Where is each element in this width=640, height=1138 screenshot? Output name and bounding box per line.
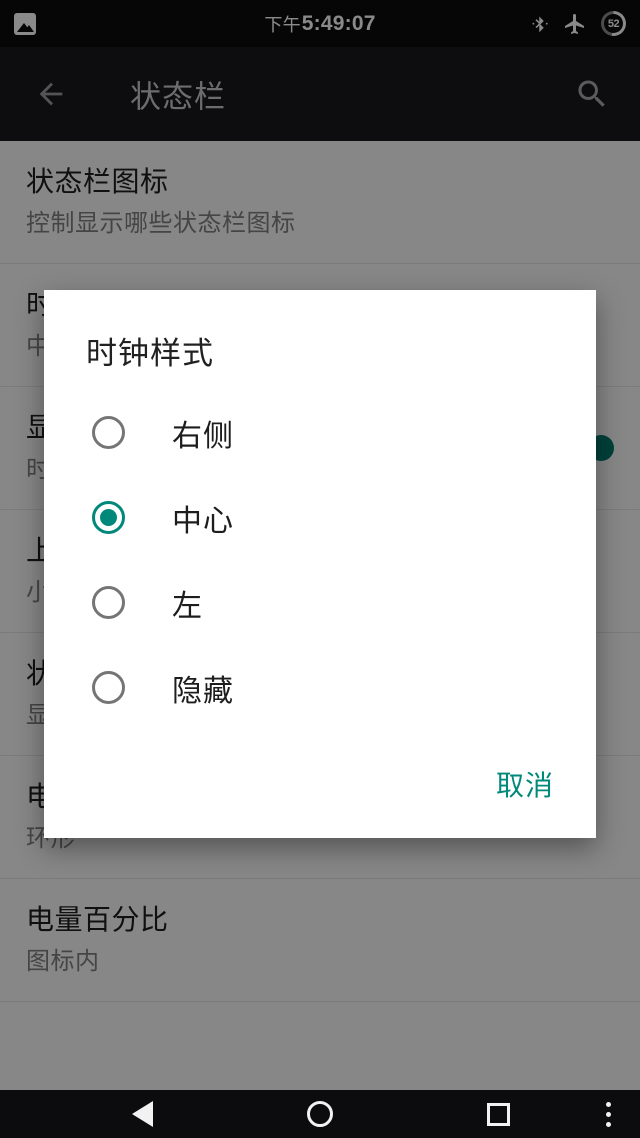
dialog-title: 时钟样式 [86, 328, 214, 373]
radio-icon [92, 586, 125, 619]
radio-option-label: 隐藏 [172, 666, 234, 710]
radio-option-hidden[interactable]: 隐藏 [44, 645, 596, 730]
nav-home-circle-icon [307, 1101, 333, 1127]
radio-selected-icon [92, 501, 125, 534]
radio-option-left[interactable]: 左 [44, 560, 596, 645]
cancel-button[interactable]: 取消 [486, 756, 564, 812]
radio-icon [92, 671, 125, 704]
radio-option-right[interactable]: 右侧 [44, 390, 596, 475]
radio-option-label: 右侧 [172, 411, 234, 455]
radio-option-label: 左 [172, 581, 203, 625]
overflow-menu-icon [606, 1102, 611, 1127]
nav-back-triangle-icon [132, 1101, 153, 1127]
nav-back-button[interactable] [110, 1090, 174, 1138]
navigation-bar [0, 1090, 640, 1138]
nav-home-button[interactable] [288, 1090, 352, 1138]
clock-style-dialog: 时钟样式 右侧 中心 左 隐藏 取消 [44, 290, 596, 838]
radio-option-center[interactable]: 中心 [44, 475, 596, 560]
overflow-menu-button[interactable] [586, 1090, 630, 1138]
nav-recents-square-icon [487, 1103, 510, 1126]
radio-option-label: 中心 [172, 496, 234, 540]
radio-icon [92, 416, 125, 449]
nav-recents-button[interactable] [466, 1090, 530, 1138]
radio-group[interactable]: 右侧 中心 左 隐藏 [44, 390, 596, 730]
android-screen: 下午5:49:07 52 状态栏 [0, 0, 640, 1138]
